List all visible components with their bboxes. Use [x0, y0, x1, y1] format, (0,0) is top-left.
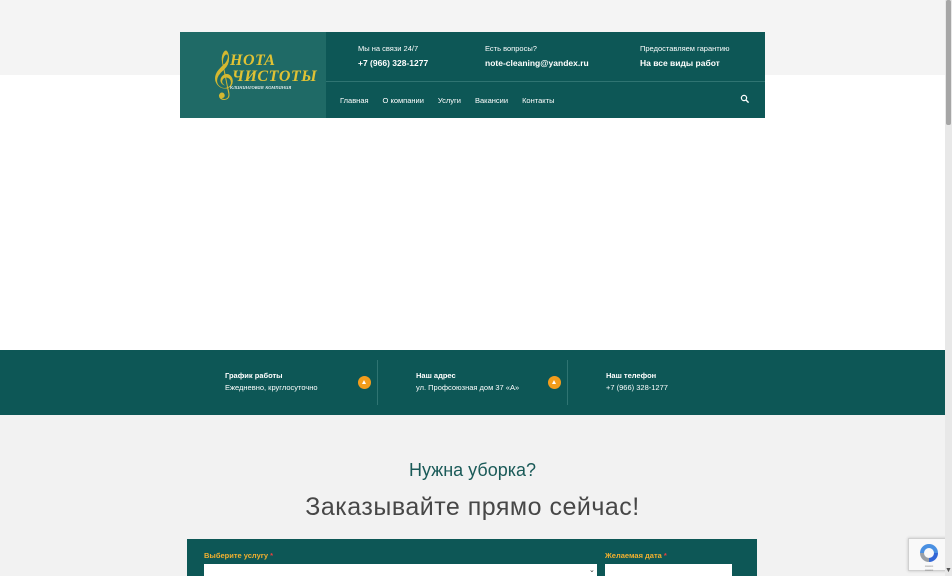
- contact-hours: График работы Ежедневно, круглосуточно: [225, 371, 318, 393]
- nav-item-home[interactable]: Главная: [340, 96, 369, 106]
- info-value[interactable]: note-cleaning@yandex.ru: [485, 57, 589, 69]
- logo[interactable]: 𝄞 НОТА ЧИСТОТЫ клининговая компания: [180, 32, 326, 118]
- info-value[interactable]: +7 (966) 328-1277: [358, 57, 428, 69]
- page-scrollbar[interactable]: ▼: [945, 0, 952, 576]
- recaptcha-badge[interactable]: ▪▪▪▪▪▪▪▪ ▪▪▪▪▪▪▪▪: [908, 538, 948, 572]
- nav-item-contacts[interactable]: Контакты: [522, 96, 554, 106]
- nav-item-about[interactable]: О компании: [383, 96, 424, 106]
- info-label: Мы на связи 24/7: [358, 44, 419, 53]
- contact-separator: [567, 360, 568, 405]
- order-form: Выберите услугу * ⌄ Желаемая дата *: [187, 539, 757, 576]
- nav-item-vacancies[interactable]: Вакансии: [475, 96, 508, 106]
- scrollbar-thumb[interactable]: [946, 0, 951, 125]
- main-nav: Главная О компании Услуги Вакансии Конта…: [340, 96, 568, 106]
- expand-icon[interactable]: [548, 376, 561, 389]
- site-header: 𝄞 НОТА ЧИСТОТЫ клининговая компания Мы н…: [180, 32, 765, 118]
- promo-subtitle: Нужна уборка?: [408, 460, 537, 480]
- contact-text: ул. Профсоюзная дом 37 «А»: [416, 383, 520, 392]
- info-label: Есть вопросы?: [485, 44, 537, 53]
- service-label-text: Выберите услугу: [204, 551, 269, 560]
- contact-title: График работы: [225, 371, 283, 380]
- contact-strip: График работы Ежедневно, круглосуточно Н…: [0, 350, 945, 415]
- promo-title: Заказывайте прямо сейчас!: [305, 493, 640, 521]
- info-value: На все виды работ: [640, 58, 720, 68]
- nav-item-services[interactable]: Услуги: [438, 96, 461, 106]
- required-mark: *: [270, 551, 274, 560]
- search-icon[interactable]: [740, 94, 750, 104]
- contact-text: Ежедневно, круглосуточно: [225, 383, 318, 392]
- contact-title: Наш адрес: [416, 371, 456, 380]
- contact-text[interactable]: +7 (966) 328-1277: [606, 383, 668, 393]
- required-mark: *: [663, 551, 667, 560]
- contact-phone: Наш телефон +7 (966) 328-1277: [606, 371, 668, 393]
- info-label: Предоставляем гарантию: [640, 44, 730, 53]
- date-label-text: Желаемая дата: [605, 551, 662, 560]
- recaptcha-icon: [920, 544, 938, 562]
- service-label: Выберите услугу *: [204, 551, 273, 560]
- header-divider: [326, 81, 765, 82]
- header-info-phone: Мы на связи 24/7 +7 (966) 328-1277: [358, 44, 428, 69]
- contact-address: Наш адрес ул. Профсоюзная дом 37 «А»: [416, 371, 519, 393]
- contact-title: Наш телефон: [606, 371, 657, 380]
- date-input[interactable]: [605, 564, 732, 576]
- header-info-email: Есть вопросы? note-cleaning@yandex.ru: [485, 44, 589, 69]
- scroll-down-arrow-icon[interactable]: ▼: [945, 566, 952, 576]
- chevron-down-icon[interactable]: ⌄: [589, 566, 595, 574]
- logo-tagline: клининговая компания: [230, 84, 292, 91]
- service-select[interactable]: [204, 564, 597, 576]
- expand-icon[interactable]: [358, 376, 371, 389]
- contact-separator: [377, 360, 378, 405]
- date-label: Желаемая дата *: [605, 551, 667, 560]
- header-info-guarantee: Предоставляем гарантию На все виды работ: [640, 44, 730, 69]
- recaptcha-fineprint: ▪▪▪▪▪▪▪▪ ▪▪▪▪▪▪▪▪: [924, 564, 934, 572]
